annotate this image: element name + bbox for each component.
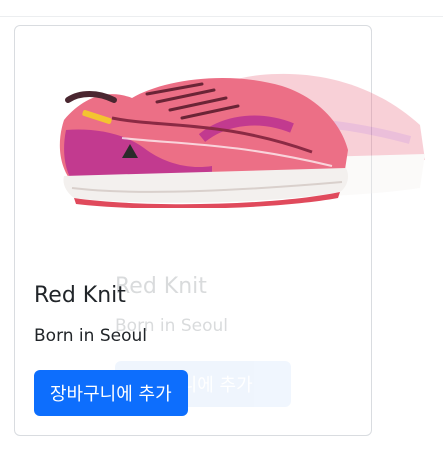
add-to-cart-button[interactable]: 장바구니에 추가 — [34, 370, 188, 416]
product-origin: Born in Seoul — [34, 326, 147, 346]
running-shoe-icon — [52, 58, 352, 208]
page-divider — [0, 16, 443, 17]
product-title: Red Knit — [34, 283, 126, 308]
